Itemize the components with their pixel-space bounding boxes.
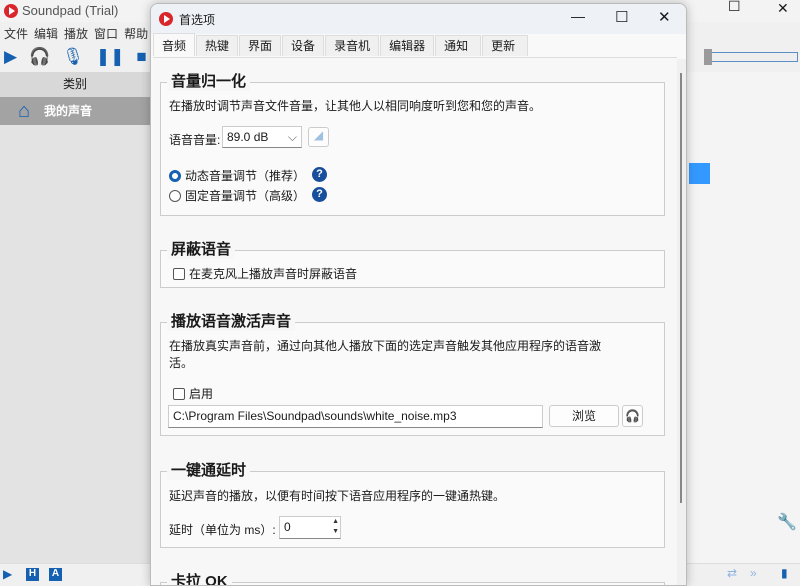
tab-bar: 音频 热键 界面 设备 录音机 编辑器 通知 更新 (153, 33, 529, 57)
menu-bar: 文件 编辑 播放 窗口 帮助 (4, 25, 154, 42)
dialog-maximize-button[interactable]: ☐ (615, 8, 628, 26)
play-icon[interactable]: ▶ (4, 47, 17, 67)
volume-slider-thumb[interactable] (704, 49, 712, 65)
radio-dynamic[interactable]: 动态音量调节（推荐） (169, 167, 305, 184)
volume-label: 语音音量: (169, 133, 221, 147)
activation-group: 播放语音激活声音 在播放真实声音前，通过向其他人播放下面的选定声音触发其他应用程… (160, 310, 665, 436)
menu-window[interactable]: 窗口 (94, 27, 118, 41)
tab-updates[interactable]: 更新 (482, 35, 529, 56)
checkbox-icon (173, 388, 185, 400)
category-label: 我的声音 (44, 104, 93, 118)
enable-checkbox[interactable]: 启用 (173, 385, 213, 402)
wrench-icon[interactable]: 🔧 (777, 512, 797, 532)
pause-icon[interactable]: ❚❚ (96, 47, 125, 67)
menu-file[interactable]: 文件 (4, 27, 28, 41)
normalize-desc: 在播放时调节声音文件音量，让其他人以相同响度听到您和您的声音。 (169, 99, 542, 113)
radio-dynamic-label: 动态音量调节（推荐） (185, 169, 306, 183)
category-panel (0, 72, 150, 563)
radio-icon (169, 190, 181, 202)
comment-icon[interactable]: ▮ (781, 566, 788, 580)
play-small-icon[interactable]: ▶ (3, 567, 12, 581)
microphone-icon[interactable]: 🎙 (62, 47, 84, 67)
sound-path-input[interactable]: C:\Program Files\Soundpad\sounds\white_n… (168, 405, 543, 428)
tab-editor[interactable]: 编辑器 (380, 35, 435, 56)
checkbox-icon (173, 268, 185, 280)
hotkey-a-icon[interactable]: A (49, 568, 62, 581)
chevron-down-icon: ⌵ (287, 130, 297, 144)
karaoke-title: 卡拉 OK (167, 570, 232, 585)
dialog-minimize-button[interactable]: — (571, 8, 585, 24)
repeat-icon[interactable]: ⇄ (727, 566, 737, 580)
hotkey-h-icon[interactable]: H (26, 568, 39, 581)
app-title: Soundpad (Trial) (22, 3, 119, 18)
tab-audio[interactable]: 音频 (153, 33, 196, 56)
stop-icon[interactable]: ■ (136, 47, 146, 67)
category-my-sounds[interactable]: ⌂ 我的声音 (0, 97, 150, 125)
soundpad-logo-icon (4, 4, 18, 18)
delay-value: 0 (284, 520, 291, 534)
help-icon[interactable]: ? (312, 187, 327, 202)
selection-highlight (689, 163, 710, 184)
home-icon: ⌂ (18, 100, 31, 122)
toolbar: ▶ 🎧 🎙 ❚❚ ■ (4, 47, 147, 67)
volume-slider[interactable] (705, 52, 798, 62)
dialog-logo-icon (159, 12, 173, 26)
sound-list-area (686, 72, 800, 563)
volume-value: 89.0 dB (227, 130, 269, 144)
headphones-preview-icon[interactable]: 🎧 (622, 405, 643, 427)
help-icon[interactable]: ? (312, 167, 327, 182)
tab-hotkeys[interactable]: 热键 (196, 35, 239, 56)
ptt-desc: 延迟声音的播放，以便有时间按下语音应用程序的一键通热键。 (169, 489, 506, 503)
audio-settings-panel: 音量归一化 在播放时调节声音文件音量，让其他人以相同响度听到您和您的声音。 语音… (153, 57, 677, 585)
tab-devices[interactable]: 设备 (282, 35, 325, 56)
delay-stepper[interactable]: 0 ▲ ▼ (279, 516, 341, 539)
tab-recorder[interactable]: 录音机 (325, 35, 380, 56)
enable-label: 启用 (189, 387, 214, 401)
preferences-dialog: 首选项 — ☐ ✕ 音频 热键 界面 设备 录音机 编辑器 通知 更新 音量归一… (150, 3, 687, 586)
mute-checkbox[interactable]: 在麦克风上播放声音时屏蔽语音 (173, 265, 357, 282)
karaoke-group: 卡拉 OK (160, 570, 665, 585)
stepper-arrows-icon[interactable]: ▲ ▼ (332, 517, 339, 537)
dialog-scrollbar[interactable] (677, 59, 686, 585)
headphones-icon[interactable]: 🎧 (29, 47, 50, 67)
mute-group: 屏蔽语音 在麦克风上播放声音时屏蔽语音 (160, 238, 665, 288)
radio-icon (169, 170, 181, 182)
delay-label: 延时（单位为 ms）: (169, 523, 276, 537)
volume-dropdown[interactable]: 89.0 dB ⌵ (222, 126, 302, 148)
activation-desc-cont: 活。 (169, 356, 194, 370)
menu-help[interactable]: 帮助 (124, 27, 148, 41)
category-header: 类别 (0, 72, 150, 97)
maximize-button[interactable]: ☐ (728, 0, 741, 15)
tab-interface[interactable]: 界面 (239, 35, 282, 56)
activation-desc: 在播放真实声音前，通过向其他人播放下面的选定声音触发其他应用程序的语音激 (169, 339, 602, 353)
tab-notifications[interactable]: 通知 (435, 35, 482, 56)
menu-edit[interactable]: 编辑 (34, 27, 58, 41)
radio-fixed-label: 固定音量调节（高级） (185, 189, 306, 203)
skip-icon[interactable]: » (750, 566, 757, 580)
ptt-title: 一键通延时 (167, 459, 251, 480)
radio-fixed[interactable]: 固定音量调节（高级） (169, 187, 305, 204)
ptt-group: 一键通延时 延迟声音的播放，以便有时间按下语音应用程序的一键通热键。 延时（单位… (160, 459, 665, 548)
menu-play[interactable]: 播放 (64, 27, 88, 41)
dialog-close-button[interactable]: ✕ (658, 8, 671, 26)
close-button[interactable]: ✕ (777, 0, 789, 17)
normalize-title: 音量归一化 (167, 70, 251, 91)
volume-meter-button[interactable]: ◢ (308, 127, 329, 147)
mute-checkbox-label: 在麦克风上播放声音时屏蔽语音 (189, 267, 358, 281)
activation-title: 播放语音激活声音 (167, 310, 296, 331)
normalize-group: 音量归一化 在播放时调节声音文件音量，让其他人以相同响度听到您和您的声音。 语音… (160, 70, 665, 216)
browse-button[interactable]: 浏览 (549, 405, 619, 427)
scrollbar-thumb[interactable] (680, 73, 682, 503)
mute-title: 屏蔽语音 (167, 238, 236, 259)
dialog-titlebar: 首选项 — ☐ ✕ (151, 4, 686, 34)
dialog-title: 首选项 (179, 13, 216, 27)
